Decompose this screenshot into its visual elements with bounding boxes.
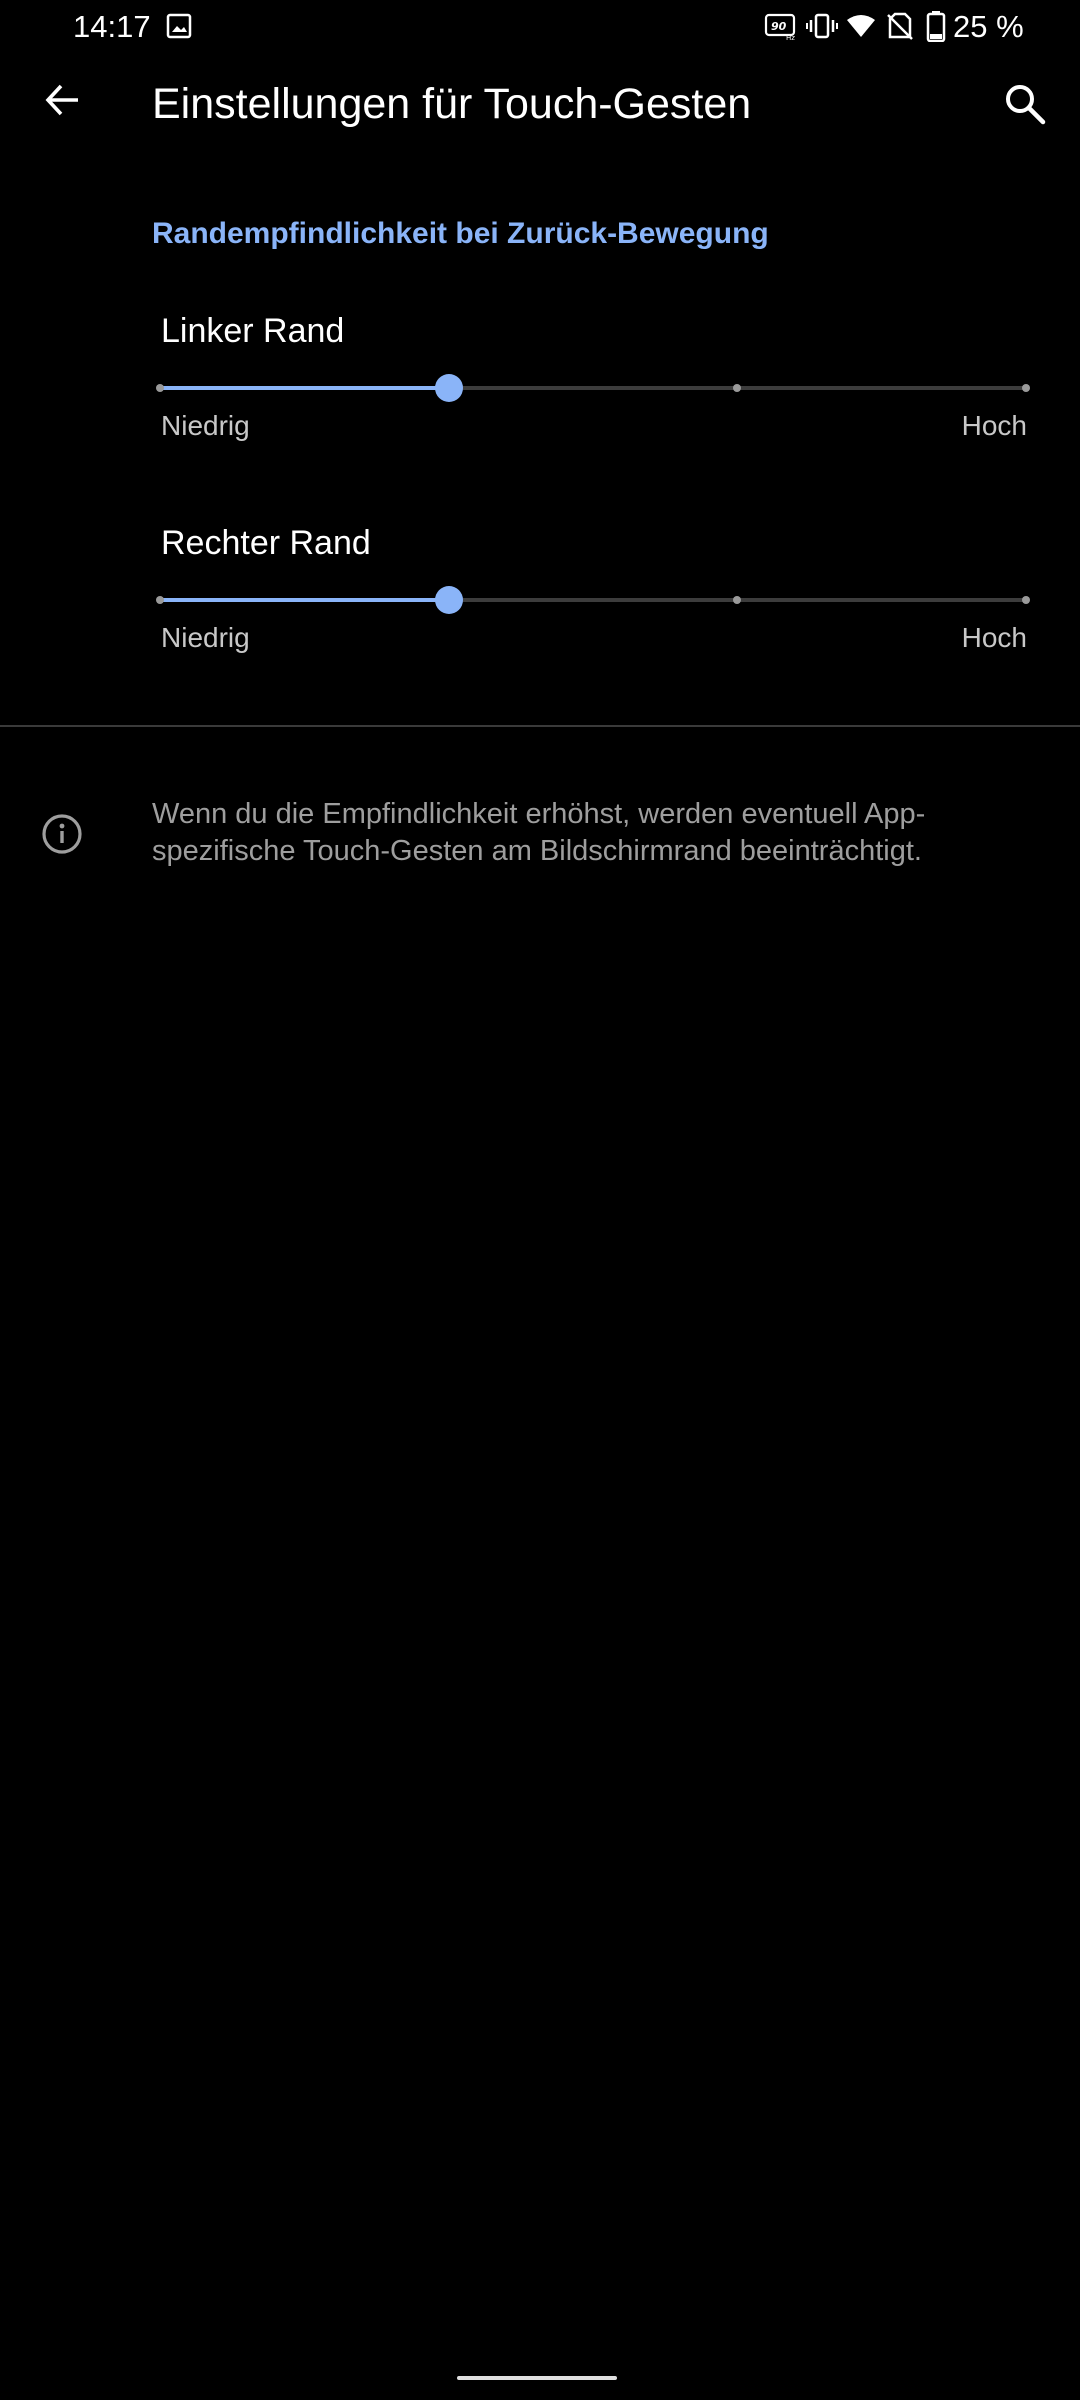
slider-tick bbox=[733, 384, 742, 392]
right-edge-title: Rechter Rand bbox=[161, 524, 371, 562]
status-time: 14:17 bbox=[73, 9, 151, 44]
battery-percentage: 25 % bbox=[953, 9, 1024, 44]
slider-min-label: Niedrig bbox=[161, 622, 250, 653]
slider-tick bbox=[156, 596, 164, 604]
status-bar: 14:17 90 Hz 25 % bbox=[0, 0, 1080, 54]
page-title: Einstellungen für Touch-Gesten bbox=[152, 80, 752, 128]
wifi-icon bbox=[846, 12, 876, 45]
left-edge-slider[interactable] bbox=[156, 368, 1030, 408]
svg-text:90: 90 bbox=[771, 20, 787, 33]
divider bbox=[0, 725, 1080, 727]
slider-thumb[interactable] bbox=[434, 586, 463, 614]
slider-max-label: Hoch bbox=[961, 622, 1027, 653]
slider-tick bbox=[1022, 596, 1030, 604]
gesture-navigation-handle[interactable] bbox=[457, 2376, 617, 2380]
search-icon bbox=[1003, 82, 1047, 131]
arrow-back-icon bbox=[42, 80, 82, 125]
gallery-icon bbox=[165, 12, 193, 45]
search-button[interactable] bbox=[985, 66, 1065, 146]
section-header: Randempfindlichkeit bei Zurück-Bewegung bbox=[152, 217, 769, 250]
slider-fill bbox=[160, 598, 449, 602]
slider-tick bbox=[1022, 384, 1030, 392]
left-edge-title: Linker Rand bbox=[161, 312, 345, 350]
right-edge-preference: Rechter Rand Niedrig Hoch bbox=[0, 512, 1080, 672]
slider-max-label: Hoch bbox=[961, 410, 1027, 441]
no-sim-icon bbox=[886, 11, 914, 46]
battery-icon bbox=[926, 10, 946, 47]
slider-tick bbox=[733, 596, 742, 604]
vibrate-icon bbox=[806, 12, 838, 45]
slider-thumb[interactable] bbox=[434, 374, 463, 402]
svg-text:Hz: Hz bbox=[786, 34, 795, 41]
footer-info-text: Wenn du die Empfindlichkeit erhöhst, wer… bbox=[152, 798, 926, 867]
right-edge-slider[interactable] bbox=[156, 580, 1030, 620]
refresh-rate-90hz-icon: 90 Hz bbox=[764, 13, 798, 46]
slider-min-label: Niedrig bbox=[161, 410, 250, 441]
slider-fill bbox=[160, 386, 449, 390]
info-icon bbox=[40, 812, 84, 856]
back-button[interactable] bbox=[22, 62, 102, 142]
left-edge-preference: Linker Rand Niedrig Hoch bbox=[0, 300, 1080, 460]
slider-tick bbox=[156, 384, 164, 392]
